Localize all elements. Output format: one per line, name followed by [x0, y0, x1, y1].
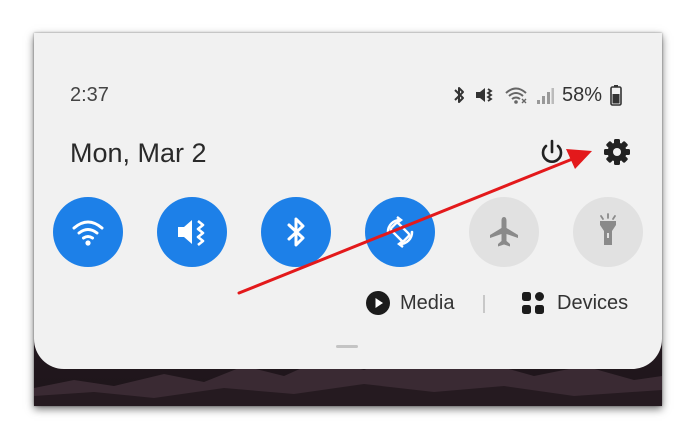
- status-icons: 58%: [452, 83, 622, 107]
- signal-icon: [536, 85, 554, 105]
- screenshot-frame: 2:37 58% Mon, Mar 2 Media Devices: [34, 33, 662, 406]
- battery-icon: [610, 84, 622, 106]
- auto-rotate-toggle[interactable]: [365, 197, 435, 267]
- devices-label: Devices: [557, 291, 629, 314]
- gear-icon[interactable]: [602, 137, 632, 172]
- airplane-icon: [490, 217, 518, 247]
- panel-drag-handle[interactable]: [336, 345, 358, 348]
- flashlight-toggle[interactable]: [573, 197, 643, 267]
- flashlight-icon: [600, 213, 616, 245]
- quick-settings-panel: 2:37 58% Mon, Mar 2 Media Devices: [34, 33, 662, 369]
- vibrate-icon: [474, 85, 496, 105]
- wifi-icon: [504, 85, 528, 105]
- devices-button[interactable]: Devices: [521, 291, 628, 315]
- vibrate-icon: [178, 219, 205, 247]
- devices-grid-icon: [522, 292, 544, 314]
- rotate-icon: [386, 216, 414, 248]
- date-label: Mon, Mar 2: [70, 138, 207, 168]
- battery-percent: 58%: [561, 83, 602, 106]
- play-icon: [366, 291, 390, 315]
- power-icon[interactable]: [537, 137, 567, 172]
- media-button[interactable]: Media: [366, 291, 454, 315]
- bluetooth-icon: [287, 217, 305, 247]
- bluetooth-toggle[interactable]: [261, 197, 331, 267]
- wifi-toggle[interactable]: [53, 197, 123, 267]
- media-label: Media: [400, 291, 455, 314]
- vibrate-toggle[interactable]: [157, 197, 227, 267]
- wifi-icon: [72, 220, 104, 246]
- airplane-toggle[interactable]: [469, 197, 539, 267]
- footer-divider: [483, 295, 485, 313]
- bluetooth-icon: [452, 85, 466, 105]
- status-time: 2:37: [70, 84, 109, 106]
